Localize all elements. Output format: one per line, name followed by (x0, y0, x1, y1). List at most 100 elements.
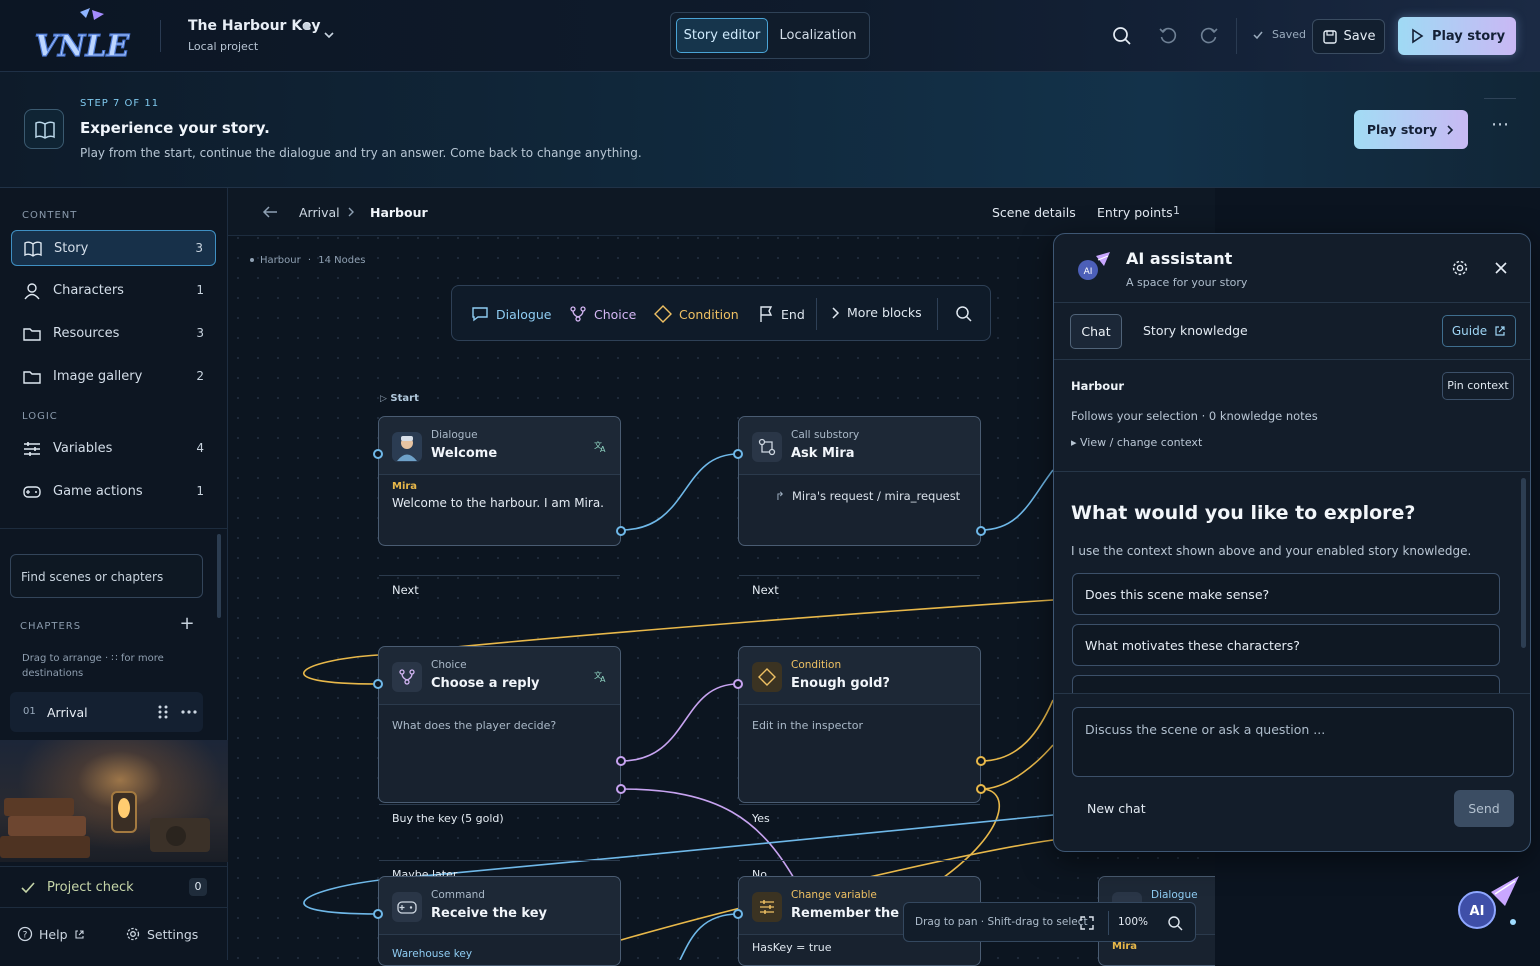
chevron-right-icon (1447, 124, 1454, 135)
node-command[interactable]: Command Receive the key Warehouse key (373, 876, 621, 966)
output-port[interactable] (616, 756, 626, 766)
play-story-label: Play story (1431, 28, 1506, 44)
chevron-down-icon[interactable] (322, 28, 336, 42)
translate-icon[interactable]: 文A (594, 669, 608, 683)
node-type: Choice (431, 659, 467, 671)
ai-question: What would you like to explore? (1071, 502, 1416, 524)
banner-play-button[interactable]: Play story (1354, 110, 1468, 149)
tab-localization[interactable]: Localization (772, 18, 864, 53)
scene-details-button[interactable]: Scene details (992, 205, 1076, 220)
search-icon[interactable] (955, 305, 973, 323)
project-title[interactable]: The Harbour Key (188, 18, 321, 34)
guide-label: Guide (1451, 324, 1488, 338)
divider (0, 528, 228, 529)
help-link[interactable]: ? Help (17, 926, 85, 942)
add-choice-tool[interactable]: Choice (569, 305, 636, 323)
input-port[interactable] (733, 449, 743, 459)
sidebar-item-image-gallery[interactable]: Image gallery 2 (11, 359, 216, 395)
output-port[interactable] (976, 784, 986, 794)
ai-intro: I use the context shown above and your e… (1071, 544, 1472, 558)
divider (1054, 471, 1530, 472)
sidebar-item-label: Story (54, 241, 89, 256)
node-condition[interactable]: Condition Enough gold? Edit in the inspe… (733, 646, 986, 881)
input-port[interactable] (733, 679, 743, 689)
sidebar-item-characters[interactable]: Characters 1 (11, 273, 216, 309)
ai-scrollbar[interactable] (1521, 478, 1526, 648)
input-port[interactable] (373, 909, 383, 919)
output-port[interactable] (976, 756, 986, 766)
divider (937, 298, 938, 330)
add-chapter-button[interactable]: + (178, 615, 196, 634)
drag-handle-icon[interactable] (157, 704, 169, 720)
node-dialogue-welcome[interactable]: Dialogue Welcome 文A Mira Welcome to the … (373, 416, 626, 597)
zoom-level[interactable]: 100% (1118, 916, 1148, 928)
ai-tab-chat[interactable]: Chat (1070, 314, 1122, 349)
entry-points-count: 1 (1173, 204, 1180, 217)
context-toggle[interactable]: ▸ View / change context (1071, 436, 1202, 449)
fit-screen-icon[interactable] (1080, 916, 1094, 930)
sidebar-item-resources[interactable]: Resources 3 (11, 316, 216, 352)
command-line: Warehouse key (392, 948, 473, 960)
settings-link[interactable]: Settings (125, 926, 198, 942)
new-chat-button[interactable]: New chat (1087, 801, 1146, 816)
more-icon[interactable] (181, 710, 197, 714)
breadcrumb-parent[interactable]: Arrival (299, 205, 340, 220)
output-port[interactable] (616, 526, 626, 536)
translate-icon[interactable]: 文A (594, 439, 608, 453)
ai-mascot-button[interactable]: AI (1453, 872, 1523, 938)
node-call-substory[interactable]: Call substory Ask Mira ↱ Mira's request … (733, 416, 986, 597)
gear-icon[interactable] (1451, 259, 1469, 277)
output-port[interactable] (616, 784, 626, 794)
app-logo[interactable]: VNLE (30, 8, 134, 64)
choice-option[interactable]: Buy the key (5 gold) (379, 804, 620, 832)
find-scenes-input[interactable]: Find scenes or chapters (10, 554, 203, 598)
add-condition-tool[interactable]: Condition (654, 305, 739, 323)
substory-reference-text: Mira's request / mira_request (791, 489, 961, 503)
guide-button[interactable]: Guide (1442, 315, 1516, 347)
save-button[interactable]: Save (1312, 19, 1385, 54)
play-story-button[interactable]: Play story (1398, 17, 1516, 55)
add-dialogue-tool[interactable]: Dialogue (471, 305, 551, 323)
send-button[interactable]: Send (1454, 790, 1514, 827)
help-label: Help (39, 926, 68, 942)
undo-icon[interactable] (1157, 25, 1179, 47)
save-icon (1322, 29, 1337, 44)
close-icon[interactable] (1494, 261, 1508, 275)
diamond-icon (758, 668, 776, 686)
tool-label: Choice (594, 306, 637, 322)
sidebar-item-story[interactable]: Story 3 (11, 230, 216, 266)
input-port[interactable] (373, 679, 383, 689)
suggestion-chip-partial[interactable] (1072, 675, 1500, 693)
avatar (392, 432, 422, 462)
back-arrow-icon[interactable] (262, 205, 278, 219)
node-header: Condition Enough gold? (739, 647, 980, 705)
input-port[interactable] (373, 449, 383, 459)
node-choice[interactable]: Choice Choose a reply 文A What does the p… (373, 646, 626, 881)
ai-chat-input[interactable]: Discuss the scene or ask a question ... (1072, 707, 1514, 777)
ai-assistant-panel: AI AI assistant A space for your story C… (1053, 233, 1531, 852)
tab-story-editor[interactable]: Story editor (676, 18, 768, 53)
divider (1108, 911, 1109, 935)
chevron-right-icon (348, 207, 354, 217)
node-title: Enough gold? (791, 676, 890, 691)
suggestion-chip[interactable]: What motivates these characters? (1072, 624, 1500, 666)
suggestion-chip[interactable]: Does this scene make sense? (1072, 573, 1500, 615)
zoom-search-icon[interactable] (1167, 915, 1183, 931)
add-end-tool[interactable]: End (758, 305, 805, 323)
sidebar-scrollbar[interactable] (217, 534, 221, 618)
output-port[interactable] (976, 526, 986, 536)
redo-icon[interactable] (1198, 25, 1220, 47)
more-blocks-tool[interactable]: More blocks (830, 305, 922, 320)
pin-context-button[interactable]: Pin context (1442, 372, 1514, 400)
search-icon[interactable] (1111, 25, 1133, 47)
banner-more-button[interactable]: ⋯ (1486, 113, 1514, 141)
sidebar-item-game-actions[interactable]: Game actions 1 (11, 474, 216, 510)
chapter-item-arrival[interactable]: 01 Arrival (10, 692, 203, 732)
book-icon (24, 241, 42, 257)
ai-tab-story-knowledge[interactable]: Story knowledge (1143, 323, 1248, 338)
output-label: Next (392, 583, 419, 597)
entry-points-button[interactable]: Entry points (1097, 205, 1173, 220)
input-port[interactable] (733, 909, 743, 919)
project-check-button[interactable]: Project check 0 (0, 866, 228, 908)
sidebar-item-variables[interactable]: Variables 4 (11, 431, 216, 467)
